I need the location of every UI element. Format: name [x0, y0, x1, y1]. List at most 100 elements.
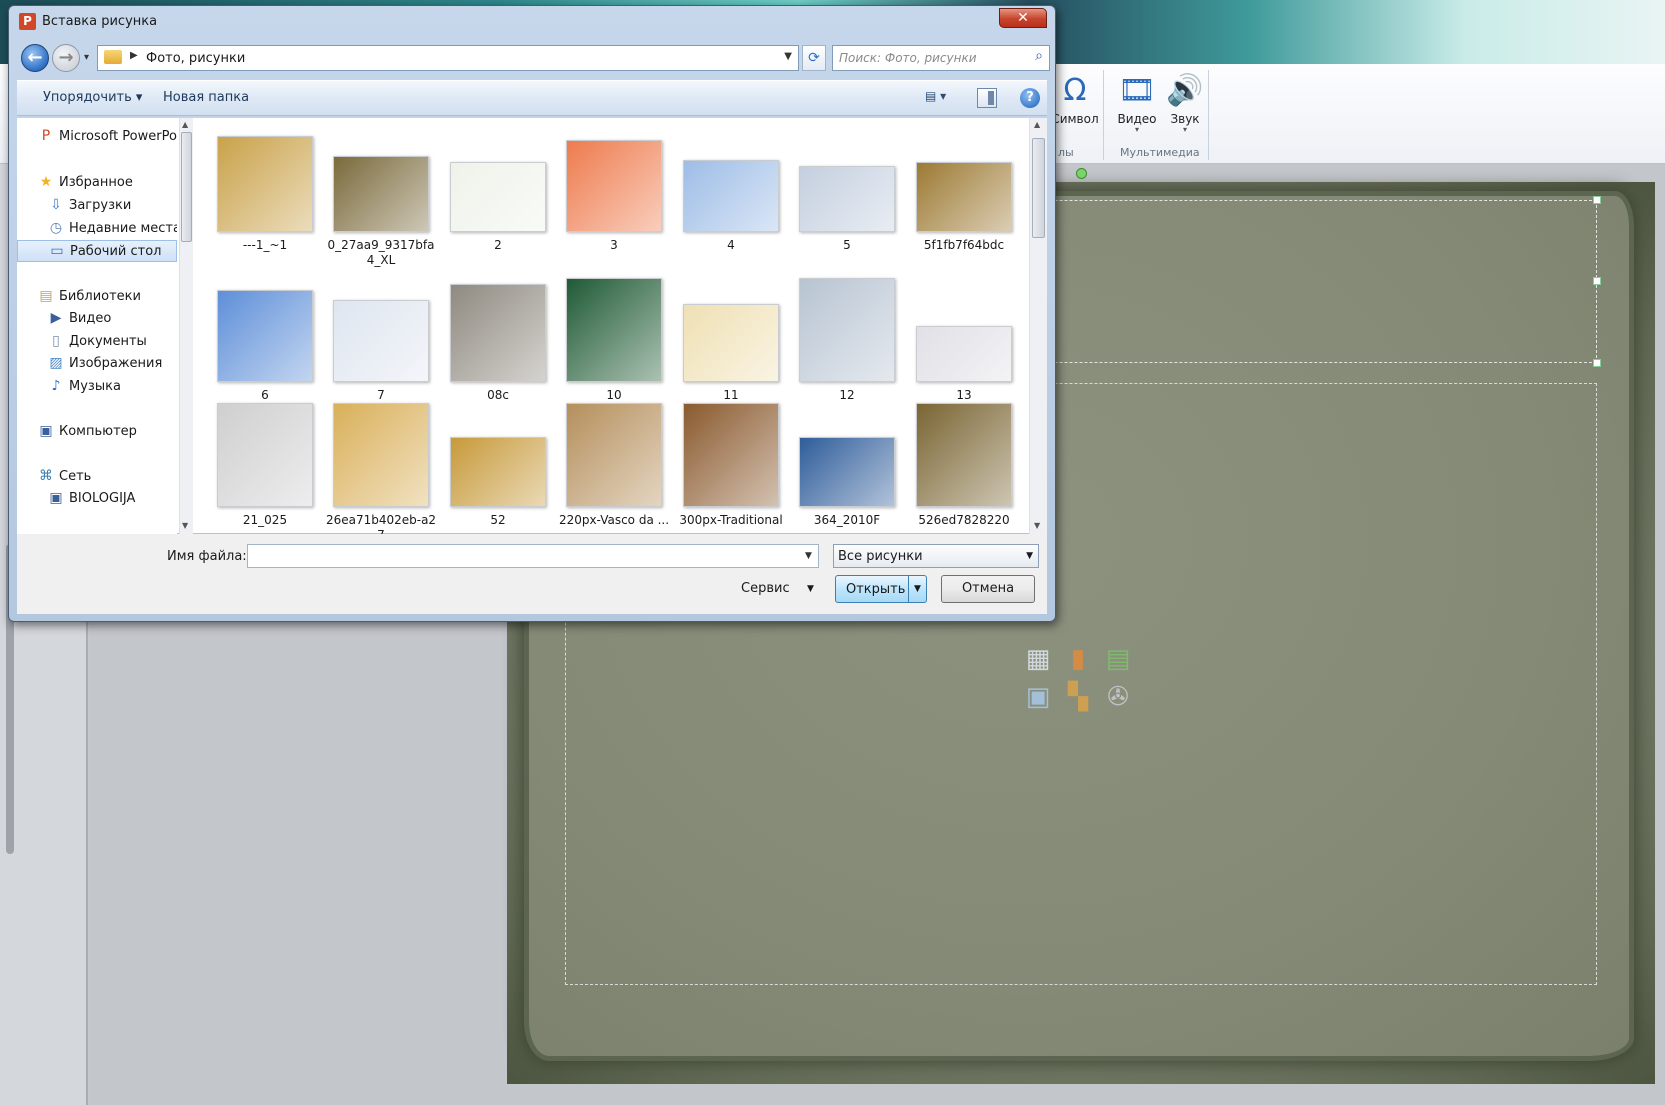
file-item[interactable]: 5: [791, 126, 903, 276]
nav-item[interactable]: P Microsoft PowerPoint: [17, 126, 177, 148]
insert-media-icon[interactable]: ✇: [1102, 682, 1134, 712]
file-item[interactable]: 4: [675, 126, 787, 276]
dialog-title-bar[interactable]: P Вставка рисунка ✕: [9, 6, 1055, 38]
file-thumbnail: [916, 162, 1012, 232]
search-box[interactable]: ⌕: [832, 45, 1050, 71]
file-item[interactable]: 364_2010F: [791, 401, 903, 534]
rotation-handle[interactable]: [1076, 168, 1087, 179]
symbol-button[interactable]: Ω Символ: [1050, 70, 1100, 140]
nav-item[interactable]: ▯ Документы: [17, 331, 177, 353]
forward-button[interactable]: →: [52, 44, 80, 72]
nav-item[interactable]: ♪ Музыка: [17, 376, 177, 398]
nav-item[interactable]: ▭ Рабочий стол: [17, 240, 177, 262]
scroll-down-icon[interactable]: ▼: [1034, 521, 1040, 530]
file-name: 526ed7828220: [918, 513, 1010, 527]
scroll-up-icon[interactable]: ▲: [182, 120, 188, 129]
change-view-button[interactable]: ▤ ▾: [925, 89, 961, 109]
resize-handle[interactable]: [1593, 277, 1601, 285]
file-item[interactable]: ---1_~1: [209, 126, 321, 276]
file-item[interactable]: 3: [558, 126, 670, 276]
filename-input[interactable]: [247, 544, 819, 568]
nav-item[interactable]: ★ Избранное: [17, 172, 177, 194]
nav-item[interactable]: ▨ Изображения: [17, 353, 177, 375]
organize-button[interactable]: Упорядочить ▾: [43, 90, 142, 105]
refresh-button[interactable]: ⟳: [802, 45, 826, 71]
chevron-down-icon: ▾: [1182, 125, 1187, 134]
insert-picture-dialog: P Вставка рисунка ✕ ← → ▾ ▶ Фото, рисунк…: [8, 5, 1056, 622]
file-item[interactable]: 2: [442, 126, 554, 276]
file-thumbnail: [799, 166, 895, 232]
search-input[interactable]: [839, 49, 1019, 67]
chevron-down-icon[interactable]: ▼: [807, 584, 814, 594]
nav-item[interactable]: ⌘ Сеть: [17, 466, 177, 488]
insert-picture-icon[interactable]: ▣: [1022, 682, 1054, 712]
insert-smartart-icon[interactable]: ▤: [1102, 644, 1134, 674]
ribbon-separator: [1208, 70, 1209, 160]
chevron-down-icon[interactable]: ▼: [805, 551, 812, 561]
navigation-scrollbar[interactable]: ▲ ▼: [179, 118, 193, 534]
back-button[interactable]: ←: [21, 44, 49, 72]
insert-table-icon[interactable]: ▦: [1022, 644, 1054, 674]
file-item[interactable]: 220px-Vasco da ...: [558, 401, 670, 534]
nav-item-label: Компьютер: [59, 424, 137, 439]
file-thumbnail: [683, 403, 779, 507]
video-icon: ▶: [50, 310, 62, 326]
nav-item-label: Сеть: [59, 469, 92, 484]
insert-clipart-icon[interactable]: ▚: [1062, 682, 1094, 712]
network-computer-icon: ▣: [49, 490, 63, 506]
file-thumbnail: [683, 304, 779, 382]
nav-item[interactable]: ▶ Видео: [17, 308, 177, 330]
recent-pages-dropdown[interactable]: ▾: [84, 52, 89, 63]
video-button[interactable]: 🎞 Видео ▾: [1112, 70, 1162, 140]
computer-icon: ▣: [39, 423, 53, 439]
new-folder-button[interactable]: Новая папка: [163, 90, 249, 105]
cancel-button[interactable]: Отмена: [941, 575, 1035, 603]
file-name: 5: [843, 238, 851, 252]
preview-pane-button[interactable]: [977, 88, 997, 108]
arrow-left-icon: ←: [27, 47, 43, 68]
file-thumbnail: [217, 403, 313, 507]
music-icon: ♪: [51, 378, 61, 394]
address-row: ← → ▾ ▶ Фото, рисунки ▼ ⟳ ⌕: [9, 40, 1055, 76]
resize-handle[interactable]: [1593, 196, 1601, 204]
open-button[interactable]: Открыть ▼: [835, 575, 927, 603]
nav-item[interactable]: ▤ Библиотеки: [17, 286, 177, 308]
help-button[interactable]: ?: [1020, 88, 1040, 108]
file-item[interactable]: 0_27aa9_9317bfa4_XL: [325, 126, 437, 276]
file-list-scrollbar[interactable]: ▲ ▼: [1029, 118, 1047, 534]
nav-item[interactable]: ▣ BIOLOGIJA: [17, 488, 177, 510]
scrollbar-thumb[interactable]: [1032, 138, 1045, 238]
breadcrumb[interactable]: Фото, рисунки: [146, 51, 245, 66]
file-item[interactable]: 21_025: [209, 401, 321, 534]
resize-handle[interactable]: [1593, 359, 1601, 367]
network-icon: ⌘: [39, 468, 53, 484]
address-bar[interactable]: ▶ Фото, рисунки ▼: [97, 45, 799, 71]
file-item[interactable]: 52: [442, 401, 554, 534]
file-item[interactable]: 5f1fb7f64bdc: [908, 126, 1020, 276]
file-thumbnail: [450, 437, 546, 507]
file-name: 5f1fb7f64bdc: [923, 238, 1005, 252]
nav-item[interactable]: ▣ Компьютер: [17, 421, 177, 443]
chevron-down-icon[interactable]: ▼: [784, 51, 792, 62]
scroll-up-icon[interactable]: ▲: [1034, 120, 1040, 129]
file-type-select[interactable]: Все рисунки ▼: [833, 544, 1039, 568]
file-item[interactable]: 26ea71b402eb-a27: [325, 401, 437, 534]
sound-button[interactable]: 🔊 Звук ▾: [1160, 70, 1210, 140]
search-icon[interactable]: ⌕: [1035, 48, 1043, 64]
insert-chart-icon[interactable]: ▮: [1062, 644, 1094, 674]
scroll-down-icon[interactable]: ▼: [182, 521, 188, 530]
file-item[interactable]: 526ed7828220: [908, 401, 1020, 534]
file-thumbnail: [333, 156, 429, 232]
file-name: 0_27aa9_9317bfa4_XL: [327, 238, 435, 267]
nav-item-label: BIOLOGIJA: [69, 491, 136, 506]
breadcrumb-arrow-icon[interactable]: ▶: [130, 50, 138, 61]
nav-item[interactable]: ⇩ Загрузки: [17, 195, 177, 217]
refresh-icon: ⟳: [808, 50, 820, 66]
scrollbar-thumb[interactable]: [181, 132, 192, 242]
nav-item[interactable]: ◷ Недавние места: [17, 218, 177, 240]
close-button[interactable]: ✕: [999, 8, 1047, 28]
file-thumbnail: [916, 326, 1012, 382]
tools-button[interactable]: Сервис: [741, 581, 790, 596]
open-split-dropdown[interactable]: ▼: [908, 576, 926, 602]
file-item[interactable]: 300px-Traditional ...: [675, 401, 787, 534]
